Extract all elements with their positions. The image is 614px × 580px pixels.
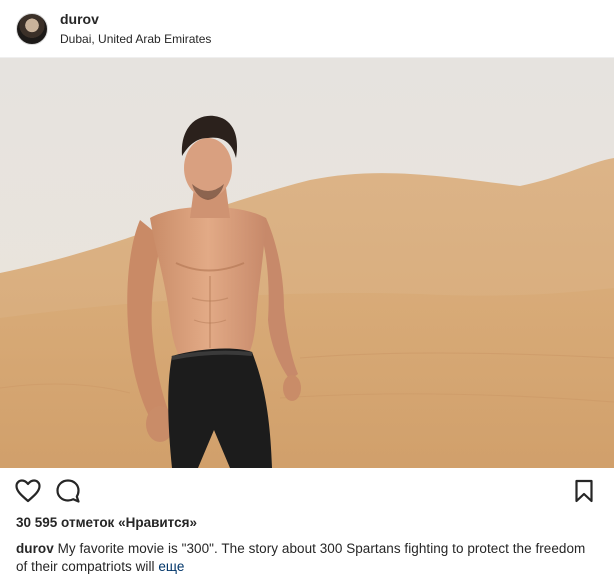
post-caption: durov My favorite movie is "300". The st… — [0, 532, 614, 576]
desert-portrait-image — [0, 58, 614, 468]
likes-count[interactable]: 30 595 отметок «Нравится» — [0, 514, 614, 532]
action-bar — [0, 468, 614, 514]
comment-icon[interactable] — [54, 477, 82, 505]
caption-username[interactable]: durov — [16, 541, 54, 556]
more-link[interactable]: еще — [158, 559, 184, 574]
bookmark-icon[interactable] — [570, 477, 598, 505]
heart-icon[interactable] — [14, 477, 42, 505]
post-photo[interactable] — [0, 58, 614, 468]
instagram-post: durov Dubai, United Arab Emirates 30 595… — [0, 0, 614, 576]
post-header: durov Dubai, United Arab Emirates — [0, 0, 614, 58]
user-block: durov Dubai, United Arab Emirates — [60, 11, 211, 47]
profile-avatar[interactable] — [16, 12, 48, 45]
username-link[interactable]: durov — [60, 11, 211, 28]
caption-text: My favorite movie is "300". The story ab… — [16, 541, 586, 574]
location-link[interactable]: Dubai, United Arab Emirates — [60, 31, 211, 47]
